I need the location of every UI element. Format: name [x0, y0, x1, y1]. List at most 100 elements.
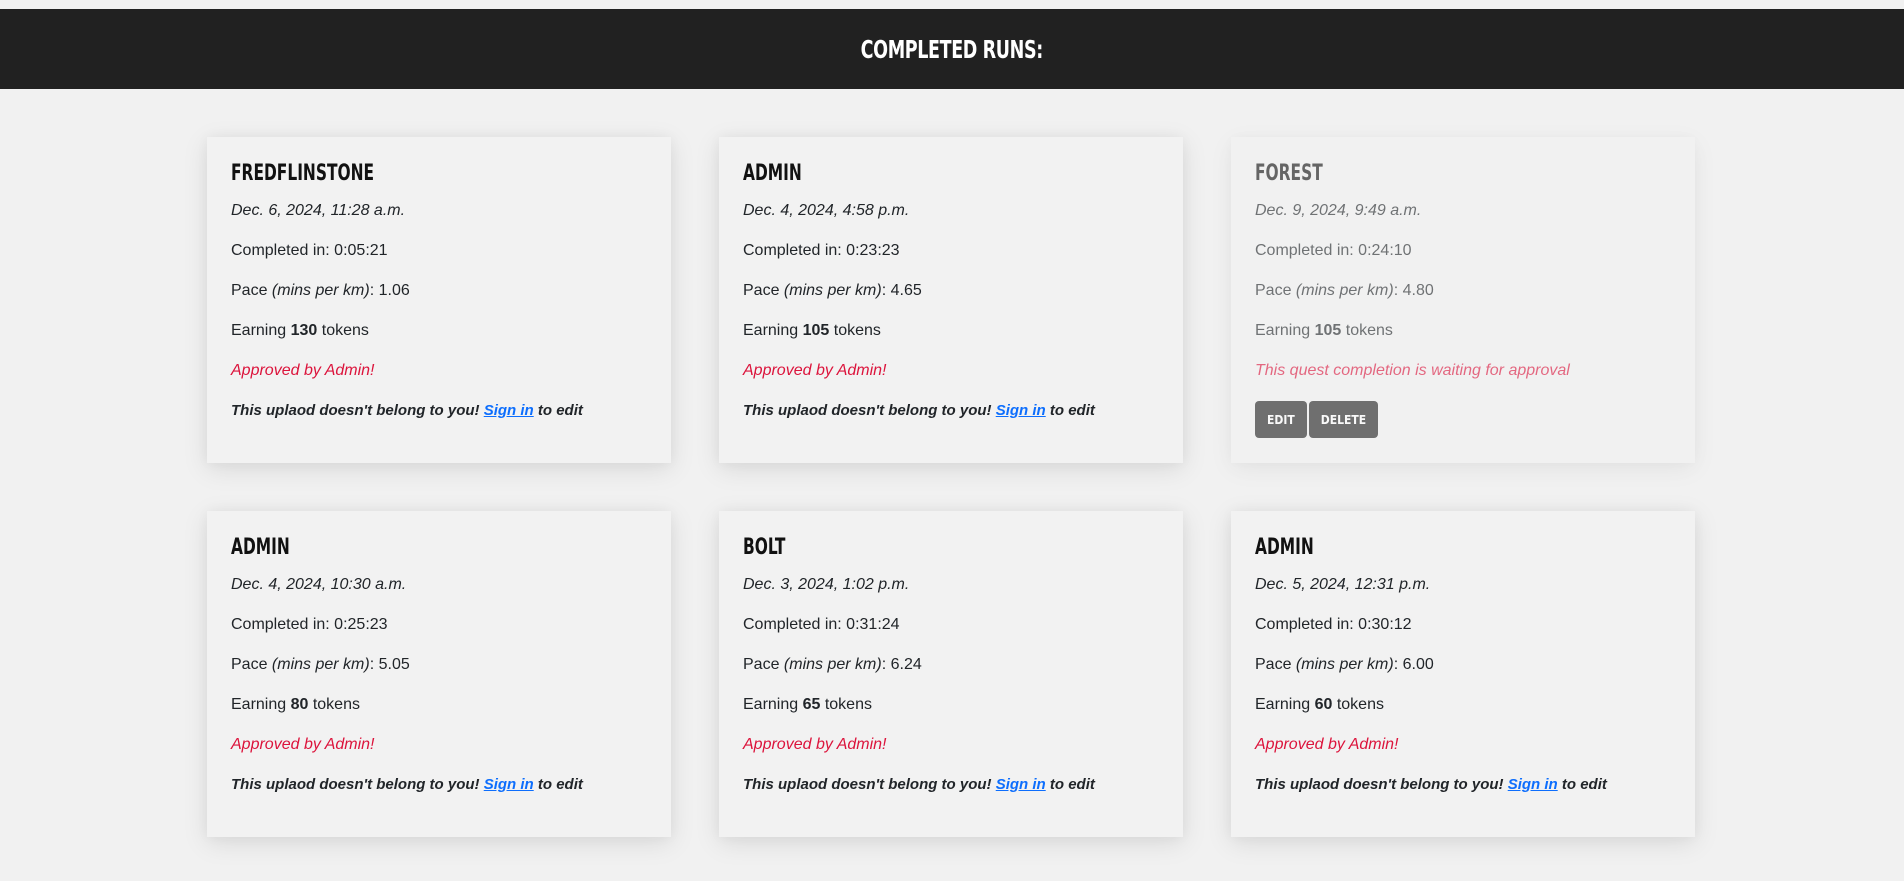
pace-separator: :	[881, 656, 891, 673]
ownership-note: This uplaod doesn't belong to you! Sign …	[231, 775, 647, 795]
run-pace: Pace (mins per km): 4.80	[1255, 281, 1671, 301]
completed-label: Completed in:	[231, 242, 335, 259]
pace-unit: (mins per km)	[271, 282, 370, 299]
sign-in-link[interactable]: Sign in	[484, 402, 534, 419]
run-actions: EDIT DELETE	[1255, 401, 1671, 438]
completed-value: 0:24:10	[1358, 242, 1412, 259]
ownership-prefix: This uplaod doesn't belong to you!	[743, 402, 996, 419]
completed-label: Completed in:	[743, 616, 847, 633]
run-completed-time: Completed in: 0:24:10	[1255, 241, 1671, 261]
pace-value: 5.05	[378, 656, 410, 673]
earning-label: Earning	[743, 696, 803, 713]
pace-separator: :	[1393, 282, 1403, 299]
run-date: Dec. 4, 2024, 4:58 p.m.	[743, 202, 910, 219]
pace-separator: :	[369, 656, 379, 673]
token-count: 60	[1314, 696, 1333, 713]
completed-value: 0:23:23	[846, 242, 900, 259]
sign-in-link[interactable]: Sign in	[996, 776, 1046, 793]
completed-label: Completed in:	[1255, 242, 1359, 259]
pace-unit: (mins per km)	[271, 656, 370, 673]
run-date: Dec. 6, 2024, 11:28 a.m.	[231, 202, 406, 219]
run-pace: Pace (mins per km): 1.06	[231, 281, 647, 301]
token-count: 65	[802, 696, 821, 713]
earning-label: Earning	[231, 696, 291, 713]
delete-button[interactable]: DELETE	[1308, 401, 1379, 438]
completed-label: Completed in:	[743, 242, 847, 259]
approval-status: Approved by Admin!	[231, 362, 375, 379]
tokens-suffix: tokens	[308, 696, 360, 713]
completed-value: 0:31:24	[846, 616, 900, 633]
completed-value: 0:30:12	[1358, 616, 1412, 633]
run-pace: Pace (mins per km): 5.05	[231, 655, 647, 675]
ownership-suffix: to edit	[533, 776, 583, 793]
pace-label: Pace	[231, 282, 272, 299]
approval-status: Approved by Admin!	[743, 362, 887, 379]
run-completed-time: Completed in: 0:30:12	[1255, 615, 1671, 635]
approval-status: Approved by Admin!	[1255, 736, 1399, 753]
ownership-note: This uplaod doesn't belong to you! Sign …	[1255, 775, 1671, 795]
ownership-prefix: This uplaod doesn't belong to you!	[1255, 776, 1508, 793]
ownership-prefix: This uplaod doesn't belong to you!	[231, 776, 484, 793]
pace-value: 1.06	[378, 282, 410, 299]
run-earning: Earning 60 tokens	[1255, 695, 1671, 715]
run-card-pending: FOREST Dec. 9, 2024, 9:49 a.m. Completed…	[1231, 137, 1695, 463]
run-pace: Pace (mins per km): 6.00	[1255, 655, 1671, 675]
pace-value: 6.24	[890, 656, 922, 673]
run-date: Dec. 3, 2024, 1:02 p.m.	[743, 576, 910, 593]
ownership-prefix: This uplaod doesn't belong to you!	[231, 402, 484, 419]
tokens-suffix: tokens	[1341, 322, 1393, 339]
ownership-suffix: to edit	[1557, 776, 1607, 793]
ownership-note: This uplaod doesn't belong to you! Sign …	[743, 401, 1159, 421]
run-username: ADMIN	[743, 161, 802, 186]
pace-label: Pace	[743, 656, 784, 673]
run-date: Dec. 9, 2024, 9:49 a.m.	[1255, 202, 1422, 219]
run-card: ADMIN Dec. 4, 2024, 4:58 p.m. Completed …	[719, 137, 1183, 463]
run-pace: Pace (mins per km): 4.65	[743, 281, 1159, 301]
run-completed-time: Completed in: 0:23:23	[743, 241, 1159, 261]
pace-value: 4.65	[890, 282, 922, 299]
token-count: 130	[290, 322, 318, 339]
completed-label: Completed in:	[1255, 616, 1359, 633]
pace-separator: :	[881, 282, 891, 299]
pace-separator: :	[1393, 656, 1403, 673]
page-title: COMPLETED RUNS:	[860, 34, 1044, 64]
approval-status: This quest completion is waiting for app…	[1255, 362, 1570, 379]
run-earning: Earning 65 tokens	[743, 695, 1159, 715]
top-strip	[0, 0, 1904, 9]
tokens-suffix: tokens	[829, 322, 881, 339]
run-date: Dec. 4, 2024, 10:30 a.m.	[231, 576, 407, 593]
run-earning: Earning 105 tokens	[743, 321, 1159, 341]
run-username: FREDFLINSTONE	[231, 161, 375, 186]
run-card: ADMIN Dec. 5, 2024, 12:31 p.m. Completed…	[1231, 511, 1695, 837]
pace-unit: (mins per km)	[1295, 282, 1394, 299]
token-count: 105	[802, 322, 830, 339]
run-earning: Earning 80 tokens	[231, 695, 647, 715]
approval-status: Approved by Admin!	[743, 736, 887, 753]
ownership-note: This uplaod doesn't belong to you! Sign …	[743, 775, 1159, 795]
run-earning: Earning 105 tokens	[1255, 321, 1671, 341]
ownership-suffix: to edit	[1045, 402, 1095, 419]
run-card: BOLT Dec. 3, 2024, 1:02 p.m. Completed i…	[719, 511, 1183, 837]
pace-unit: (mins per km)	[783, 282, 882, 299]
run-earning: Earning 130 tokens	[231, 321, 647, 341]
run-username: ADMIN	[1255, 535, 1314, 560]
completed-label: Completed in:	[231, 616, 335, 633]
approval-status: Approved by Admin!	[231, 736, 375, 753]
earning-label: Earning	[231, 322, 291, 339]
pace-label: Pace	[1255, 656, 1296, 673]
run-card: ADMIN Dec. 4, 2024, 10:30 a.m. Completed…	[207, 511, 671, 837]
pace-unit: (mins per km)	[783, 656, 882, 673]
pace-unit: (mins per km)	[1295, 656, 1394, 673]
tokens-suffix: tokens	[317, 322, 369, 339]
token-count: 80	[290, 696, 309, 713]
pace-label: Pace	[1255, 282, 1296, 299]
completed-value: 0:25:23	[334, 616, 388, 633]
sign-in-link[interactable]: Sign in	[484, 776, 534, 793]
sign-in-link[interactable]: Sign in	[996, 402, 1046, 419]
run-completed-time: Completed in: 0:31:24	[743, 615, 1159, 635]
sign-in-link[interactable]: Sign in	[1508, 776, 1558, 793]
tokens-suffix: tokens	[820, 696, 872, 713]
ownership-note: This uplaod doesn't belong to you! Sign …	[231, 401, 647, 421]
earning-label: Earning	[1255, 696, 1315, 713]
edit-button[interactable]: EDIT	[1255, 401, 1307, 438]
